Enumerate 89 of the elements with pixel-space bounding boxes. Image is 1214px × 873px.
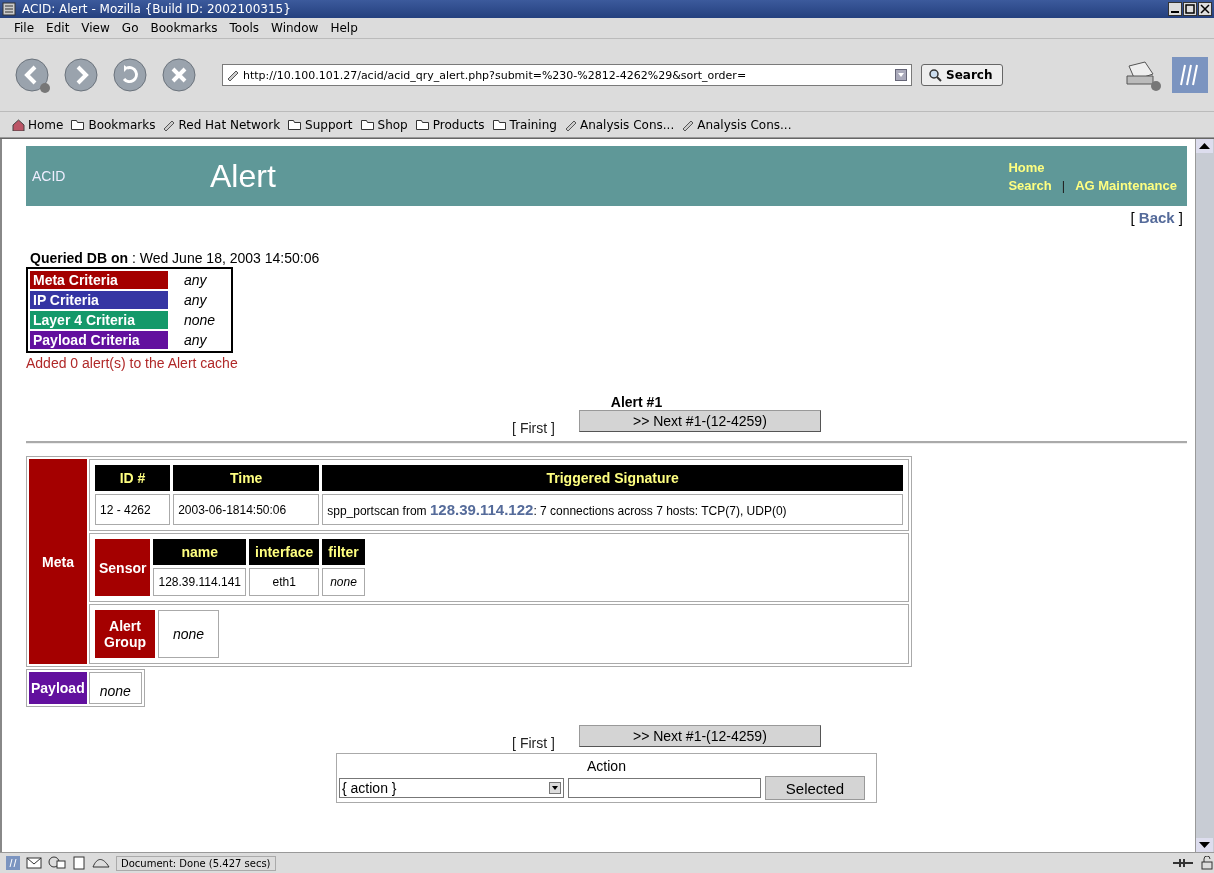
table-cell: 2003-06-1814:50:06 xyxy=(173,494,320,525)
table-cell: none xyxy=(322,568,365,596)
section-label: Sensor xyxy=(95,539,151,596)
next-button[interactable]: >> Next #1-(12-4259) xyxy=(578,725,821,747)
dropdown-icon[interactable] xyxy=(549,782,561,794)
printer-icon[interactable] xyxy=(1123,58,1163,92)
menu-item[interactable]: Edit xyxy=(40,21,76,35)
bookmark-link[interactable]: Red Hat Network xyxy=(163,117,281,132)
criteria-value: any xyxy=(183,291,208,309)
section-label: Meta xyxy=(29,459,87,664)
menu-item[interactable]: File xyxy=(8,21,41,35)
forward-icon[interactable] xyxy=(61,55,101,95)
scrollbar[interactable] xyxy=(1195,139,1214,852)
bookmark-folder[interactable]: Products xyxy=(415,117,485,132)
bookmark-folder[interactable]: Training xyxy=(492,117,557,132)
table-cell: none xyxy=(158,610,220,658)
folder-icon xyxy=(360,119,375,130)
section-label: Payload xyxy=(29,672,87,704)
action-title: Action xyxy=(586,757,627,776)
first-link[interactable]: [ First ] xyxy=(512,735,555,751)
section-label: Alert Group xyxy=(95,610,155,658)
criteria-label: Payload Criteria xyxy=(30,331,168,349)
bracket: ] xyxy=(1178,209,1183,226)
home-icon xyxy=(12,118,25,131)
reload-icon[interactable] xyxy=(110,55,150,95)
column-header: interface xyxy=(249,539,320,565)
table-cell: spp_portscan from 128.39.114.122: 7 connections across 7 hosts: TCP(7), UDP(0) xyxy=(322,494,903,525)
bracket: [ xyxy=(1130,209,1135,226)
bookmark-folder[interactable]: Bookmarks xyxy=(71,117,156,132)
logo-icon[interactable] xyxy=(1172,57,1208,93)
table-cell: eth1 xyxy=(249,568,320,596)
minimize-icon[interactable] xyxy=(1168,2,1182,16)
scroll-up-icon[interactable] xyxy=(1196,139,1213,153)
folder-icon xyxy=(415,119,430,130)
menu-item[interactable]: View xyxy=(75,21,116,35)
column-header: ID # xyxy=(95,465,171,491)
connection-icon xyxy=(1172,857,1194,869)
criteria-value: none xyxy=(183,311,217,329)
criteria-label: Layer 4 Criteria xyxy=(30,311,168,329)
url-field[interactable]: http://10.100.101.27/acid/acid_qry_alert.php?submit=%230-%2812-4262%29&sort_order= xyxy=(222,64,912,86)
criteria-value: any xyxy=(183,271,208,289)
table-cell: none xyxy=(88,672,142,704)
first-link[interactable]: [ First ] xyxy=(512,420,555,436)
folder-icon xyxy=(492,119,507,130)
bookmark-link[interactable]: Analysis Cons... xyxy=(682,117,792,132)
status-text: Document: Done (5.427 secs) xyxy=(116,855,276,871)
table-cell: 12 - 4262 xyxy=(95,494,171,525)
folder-icon xyxy=(71,119,86,130)
back-icon[interactable] xyxy=(12,55,52,95)
criteria-label: Meta Criteria xyxy=(30,271,168,289)
column-header: name xyxy=(153,539,246,565)
chat-icon[interactable] xyxy=(48,856,66,870)
menu-item[interactable]: Tools xyxy=(223,21,266,35)
close-icon[interactable] xyxy=(1198,2,1212,16)
bookmark-link[interactable]: Analysis Cons... xyxy=(564,117,675,132)
bookmark-folder[interactable]: Shop xyxy=(360,117,408,132)
mail-icon[interactable] xyxy=(26,856,42,870)
cache-message: Added 0 alert(s) to the Alert cache xyxy=(26,355,239,371)
table-cell: 128.39.114.141 xyxy=(153,568,246,596)
bookmark-link[interactable]: Home xyxy=(12,117,64,132)
stop-icon[interactable] xyxy=(159,55,199,95)
bookmark-folder[interactable]: Support xyxy=(288,117,353,132)
criteria-label: IP Criteria xyxy=(30,291,168,309)
alert-heading: Alert #1 xyxy=(609,394,664,410)
search-icon xyxy=(928,68,942,82)
input-field[interactable] xyxy=(568,778,761,798)
mozilla-icon[interactable] xyxy=(6,856,20,870)
page-title: Alert xyxy=(210,157,277,195)
menu-item[interactable]: Bookmarks xyxy=(144,21,224,35)
column-header: Time xyxy=(173,465,320,491)
query-date-text: Queried DB on : Wed June 18, 2003 14:50:06 xyxy=(30,250,321,266)
window-title: ACID: Alert - Mozilla {Build ID: 2002100315} xyxy=(22,2,292,16)
separator: | xyxy=(1061,177,1066,193)
search-button[interactable]: Search xyxy=(921,64,1004,86)
menu-item[interactable]: Go xyxy=(115,21,145,35)
folder-icon xyxy=(288,119,303,130)
scroll-down-icon[interactable] xyxy=(1196,838,1213,852)
window-menu-icon[interactable] xyxy=(2,2,16,16)
menu-item[interactable]: Help xyxy=(324,21,364,35)
next-button[interactable]: >> Next #1-(12-4259) xyxy=(578,410,821,432)
column-header: filter xyxy=(322,539,365,565)
maximize-icon[interactable] xyxy=(1183,2,1197,16)
criteria-value: any xyxy=(183,331,208,349)
back-link[interactable]: Back xyxy=(1138,209,1175,226)
selected-button[interactable]: Selected xyxy=(765,776,865,800)
menu-item[interactable]: Window xyxy=(265,21,325,35)
column-header: Triggered Signature xyxy=(322,465,903,491)
logo-text: ACID xyxy=(31,168,67,184)
action-select[interactable]: { action } xyxy=(339,778,564,798)
